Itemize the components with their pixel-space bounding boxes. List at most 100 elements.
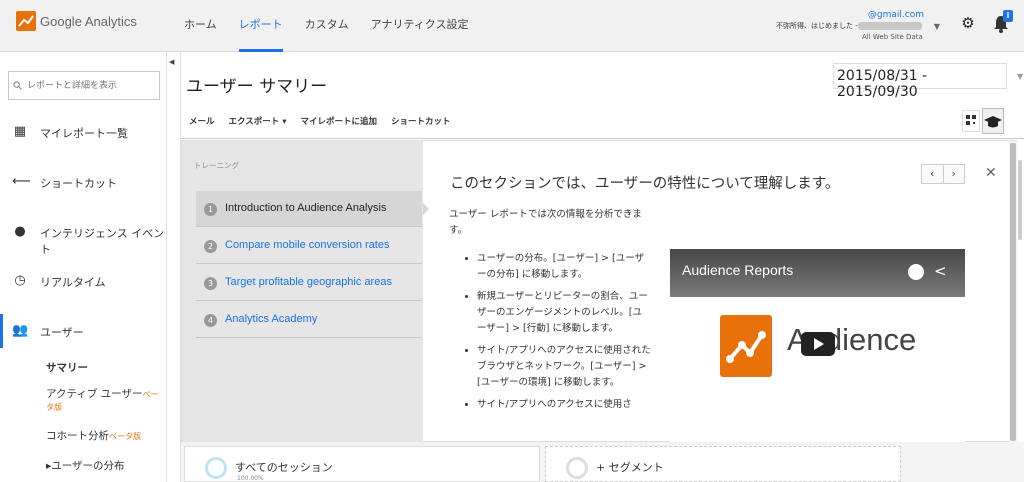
nav-home[interactable]: ホーム xyxy=(184,0,217,52)
play-button-icon[interactable] xyxy=(801,332,835,356)
previous-icon[interactable]: ‹ xyxy=(922,165,944,183)
lesson-item[interactable]: 2 Compare mobile conversion rates xyxy=(196,228,422,264)
sidebar-item-label: リアルタイム xyxy=(40,276,106,289)
top-bar: Google Analytics ホーム レポート カスタム アナリティクス設定… xyxy=(0,0,1024,52)
sidebar-item-realtime[interactable]: ◷ リアルタイム xyxy=(0,264,166,298)
notification-badge: i xyxy=(1003,10,1013,22)
account-email: @gmail.com xyxy=(867,10,924,20)
scroll-thumb[interactable] xyxy=(1010,143,1016,441)
sidebar-sub-label: アクティブ ユーザー xyxy=(46,388,143,400)
training-label: トレーニング xyxy=(194,161,239,170)
sidebar-item-shortcuts[interactable]: ⟵ ショートカット xyxy=(0,165,166,199)
main-nav: ホーム レポート カスタム アナリティクス設定 xyxy=(184,0,490,52)
sidebar-item-my-reports[interactable]: ▦ マイレポート一覧 xyxy=(0,115,166,149)
close-icon[interactable]: ✕ xyxy=(985,165,997,181)
lesson-pager: ‹ › xyxy=(921,164,965,184)
panel-scrollbar[interactable] xyxy=(1009,141,1017,443)
redacted-email xyxy=(858,22,922,30)
sidebar-sub-overview[interactable]: サマリー xyxy=(46,360,88,375)
gear-icon[interactable]: ⚙ xyxy=(960,15,976,31)
segment-label: すべてのセッション xyxy=(235,461,333,474)
training-bullets: ユーザーの分布。[ユーザー] > [ユーザーの分布] に移動します。 新規ユーザ… xyxy=(467,251,651,419)
list-item: サイト/アプリへのアクセスに使用されたブラウザとネットワーク。[ユーザー] > … xyxy=(477,343,651,391)
segment-all-sessions[interactable]: すべてのセッション 100.00% xyxy=(184,446,540,482)
segment-percentage: 100.00% xyxy=(237,475,264,482)
logo-text: Google Analytics xyxy=(40,13,137,29)
account-selector[interactable]: @gmail.com 不弥所得、はじめました - All Web Site Da… xyxy=(776,8,940,44)
training-panel: トレーニング 1 Introduction to Audience Analys… xyxy=(181,140,1017,443)
sidebar-sub-demographics[interactable]: ▸ユーザーの分布 xyxy=(46,458,125,473)
analytics-logo-icon xyxy=(720,315,772,377)
sidebar-item-intelligence-events[interactable]: ● インテリジェンス イベント xyxy=(0,215,166,256)
date-range-picker[interactable]: 2015/08/31 - 2015/09/30 xyxy=(833,63,1007,100)
analytics-logo-icon xyxy=(16,11,36,31)
shortcut-arrow-icon: ⟵ xyxy=(12,174,31,189)
segment-ring-icon xyxy=(566,457,588,479)
list-item: サイト/アプリへのアクセスに使用さ xyxy=(477,397,651,413)
nav-reports[interactable]: レポート xyxy=(238,0,283,52)
lesson-label: Target profitable geographic areas xyxy=(225,276,392,288)
search-input[interactable] xyxy=(8,71,160,100)
sidebar-sub-cohort[interactable]: コホート分析ベータ版 xyxy=(46,428,141,443)
lesson-item[interactable]: 4 Analytics Academy xyxy=(196,302,422,338)
active-lesson-pointer xyxy=(423,203,429,215)
grid-icon: ▦ xyxy=(13,124,27,139)
training-intro: ユーザー レポートでは次の情報を分析できます。 xyxy=(449,209,642,236)
divider xyxy=(181,138,1024,139)
sidebar-item-label: インテリジェンス イベント xyxy=(40,227,165,256)
next-icon[interactable]: › xyxy=(944,165,965,183)
video-player[interactable]: Audience Reports < Audience xyxy=(670,249,965,443)
users-icon: 👥 xyxy=(12,323,29,338)
page-title: ユーザー サマリー xyxy=(186,77,328,97)
account-property: All Web Site Data xyxy=(862,33,923,41)
lesson-item[interactable]: 1 Introduction to Audience Analysis xyxy=(196,191,422,227)
add-to-dashboard-button[interactable]: マイレポートに追加 xyxy=(301,115,378,127)
lesson-label: Analytics Academy xyxy=(225,313,318,325)
lesson-number: 1 xyxy=(204,203,217,216)
account-greeting: 不弥所得、はじめました - xyxy=(776,22,858,30)
segment-label: + セグメント xyxy=(596,461,664,474)
export-button[interactable]: エクスポート ▾ xyxy=(229,115,287,127)
training-heading: このセクションでは、ユーザーの特性について理解します。 xyxy=(450,176,840,192)
email-button[interactable]: メール xyxy=(189,115,215,127)
page-scrollbar[interactable] xyxy=(1018,160,1022,240)
share-icon[interactable]: < xyxy=(934,262,947,280)
nav-custom[interactable]: カスタム xyxy=(305,0,349,52)
sidebar-item-label: ユーザー xyxy=(40,326,84,339)
shortcut-button[interactable]: ショートカット xyxy=(391,115,451,127)
add-segment-button[interactable]: + セグメント xyxy=(545,446,901,482)
clock-icon: ◷ xyxy=(14,273,26,288)
nav-admin[interactable]: アナリティクス設定 xyxy=(371,0,469,52)
sidebar-item-audience[interactable]: 👥 ユーザー xyxy=(0,314,166,348)
list-item: 新規ユーザーとリピーターの割合、ユーザーのエンゲージメントのレベル。[ユーザー]… xyxy=(477,289,651,337)
sidebar-item-label: ショートカット xyxy=(40,177,117,190)
google-analytics-logo[interactable]: Google Analytics xyxy=(16,11,137,31)
lesson-item[interactable]: 3 Target profitable geographic areas xyxy=(196,265,422,301)
qr-code-button[interactable] xyxy=(962,110,980,132)
list-item: ユーザーの分布。[ユーザー] > [ユーザーの分布] に移動します。 xyxy=(477,251,651,283)
lesson-label: Compare mobile conversion rates xyxy=(225,239,390,251)
report-toolbar: メール エクスポート ▾ マイレポートに追加 ショートカット xyxy=(189,115,465,127)
sidebar-sub-active-users[interactable]: アクティブ ユーザーベータ版 xyxy=(46,386,166,413)
sidebar: ▦ マイレポート一覧 ⟵ ショートカット ● インテリジェンス イベント ◷ リ… xyxy=(0,52,167,482)
video-title: Audience Reports xyxy=(682,262,794,278)
main-content: ユーザー サマリー 2015/08/31 - 2015/09/30 ▼ メール … xyxy=(181,52,1024,482)
watch-later-icon[interactable] xyxy=(908,264,924,280)
lightbulb-icon: ● xyxy=(14,224,26,239)
lesson-number: 4 xyxy=(204,314,217,327)
chevron-down-icon: ▼ xyxy=(933,22,940,31)
sidebar-item-label: マイレポート一覧 xyxy=(40,127,128,140)
lesson-number: 3 xyxy=(204,277,217,290)
chevron-down-icon[interactable]: ▼ xyxy=(1017,72,1023,81)
training-toggle-button[interactable] xyxy=(982,108,1004,134)
collapse-sidebar-icon[interactable]: ◀ xyxy=(169,58,174,66)
lesson-label: Introduction to Audience Analysis xyxy=(225,202,387,214)
lesson-list: トレーニング 1 Introduction to Audience Analys… xyxy=(182,141,423,443)
segment-ring-icon xyxy=(205,457,227,479)
sidebar-sub-label: コホート分析 xyxy=(46,430,109,442)
search-icon xyxy=(13,81,22,90)
qr-icon xyxy=(966,115,976,125)
graduation-cap-icon xyxy=(984,116,1002,128)
lesson-number: 2 xyxy=(204,240,217,253)
beta-badge: ベータ版 xyxy=(109,432,141,441)
